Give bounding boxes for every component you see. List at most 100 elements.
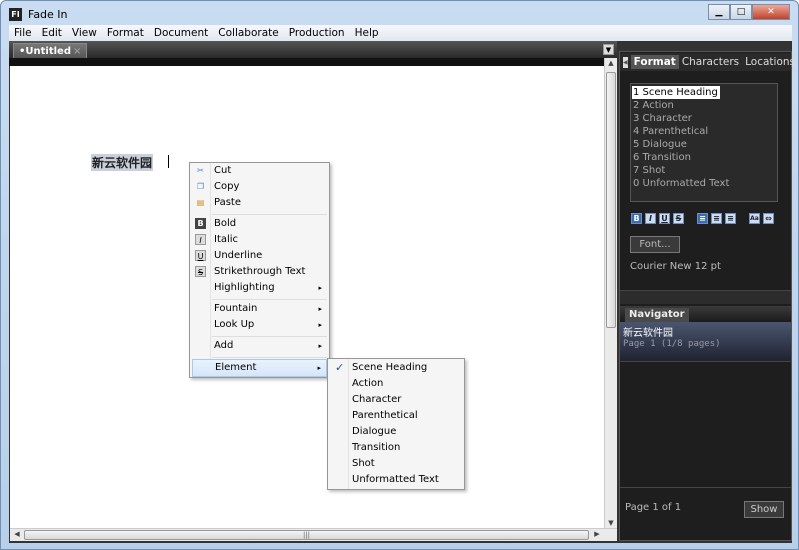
menu-format[interactable]: Format <box>102 27 149 39</box>
submenu-item-dialogue[interactable]: Dialogue <box>330 424 462 440</box>
menu-file[interactable]: File <box>9 27 37 39</box>
app-logo: FI <box>9 7 22 21</box>
menu-collaborate[interactable]: Collaborate <box>213 27 283 39</box>
scene-heading-text[interactable]: 新云软件园 <box>91 154 154 171</box>
menu-help[interactable]: Help <box>350 27 384 39</box>
submenu-item-transition[interactable]: Transition <box>330 440 462 456</box>
menu-item-fountain[interactable]: Fountain ▸ <box>192 301 327 317</box>
tab-untitled[interactable]: •Untitled × <box>13 43 88 58</box>
submenu-item-parenthetical[interactable]: Parenthetical <box>330 408 462 424</box>
underline-icon[interactable]: U <box>659 213 670 224</box>
menu-item-label: Cut <box>214 165 232 176</box>
strikethrough-icon[interactable]: S <box>673 213 684 224</box>
menu-document[interactable]: Document <box>149 27 213 39</box>
submenu-item-shot[interactable]: Shot <box>330 456 462 472</box>
element-item[interactable]: 2 Action <box>632 99 776 112</box>
vertical-scroll-thumb[interactable] <box>606 72 616 328</box>
menu-item-highlighting[interactable]: Highlighting ▸ <box>192 280 327 296</box>
submenu-arrow-icon: ▸ <box>317 364 321 372</box>
menu-item-cut[interactable]: ✂ Cut <box>192 163 327 179</box>
menu-item-italic[interactable]: I Italic <box>192 232 327 248</box>
submenu-item-label: Character <box>352 394 402 405</box>
navigator-item[interactable]: 新云软件园 Page 1 (1/8 pages) <box>620 322 791 362</box>
submenu-item-label: Unformatted Text <box>352 474 439 485</box>
menu-view[interactable]: View <box>67 27 102 39</box>
text-caret <box>168 155 169 168</box>
close-button[interactable]: ✕ <box>752 4 790 20</box>
submenu-item-label: Dialogue <box>352 426 397 437</box>
align-left-icon[interactable]: ≡ <box>697 213 708 224</box>
italic-icon: I <box>195 234 206 245</box>
align-center-icon[interactable]: ≡ <box>711 213 722 224</box>
tab-format[interactable]: Format <box>630 55 679 69</box>
maximize-button[interactable]: □ <box>730 4 752 20</box>
menu-item-strikethrough[interactable]: S Strikethrough Text <box>192 264 327 280</box>
menu-item-element[interactable]: Element ▸ <box>192 359 327 377</box>
element-list[interactable]: 1 Scene Heading 2 Action 3 Character 4 P… <box>630 83 778 202</box>
navigator-item-subtitle: Page 1 (1/8 pages) <box>623 339 721 349</box>
horizontal-scroll-thumb[interactable]: ||| <box>24 530 589 540</box>
window-title: Fade In <box>28 7 68 21</box>
menu-item-underline[interactable]: U Underline <box>192 248 327 264</box>
element-item[interactable]: 6 Transition <box>632 151 776 164</box>
submenu-item-label: Shot <box>352 458 375 469</box>
paste-icon: ▤ <box>196 198 205 207</box>
panel-splitter[interactable] <box>620 290 791 304</box>
vertical-scrollbar[interactable]: ▲ ▼ <box>604 58 617 528</box>
submenu-item-action[interactable]: Action <box>330 376 462 392</box>
underline-icon: U <box>195 250 206 261</box>
submenu-item-scene-heading[interactable]: ✓ Scene Heading <box>330 360 462 376</box>
align-right-icon[interactable]: ≡ <box>725 213 736 224</box>
element-item[interactable]: 7 Shot <box>632 164 776 177</box>
horizontal-scrollbar[interactable]: ◀ ||| ▶ <box>10 528 617 541</box>
bold-icon: B <box>195 218 206 229</box>
scroll-left-icon[interactable]: ◀ <box>11 530 23 538</box>
element-item[interactable]: 5 Dialogue <box>632 138 776 151</box>
panel-tabs: ◀ Format Characters Locations ▶ <box>620 53 795 71</box>
divider <box>620 487 791 488</box>
menu-item-look-up[interactable]: Look Up ▸ <box>192 317 327 333</box>
document-tab-strip: •Untitled × ▼ <box>9 41 617 58</box>
font-case-icon[interactable]: Aa <box>749 213 760 224</box>
tab-navigator[interactable]: Navigator <box>625 308 689 322</box>
minimize-button[interactable]: ▁ <box>708 4 730 20</box>
submenu-item-character[interactable]: Character <box>330 392 462 408</box>
menu-item-paste[interactable]: ▤ Paste <box>192 195 327 211</box>
tab-locations[interactable]: Locations <box>742 55 798 69</box>
element-item[interactable]: 4 Parenthetical <box>632 125 776 138</box>
strikethrough-icon: S <box>195 266 206 277</box>
menu-item-label: Fountain <box>214 303 258 314</box>
menu-item-label: Strikethrough Text <box>214 266 306 277</box>
menu-item-label: Paste <box>214 197 241 208</box>
element-item[interactable]: 3 Character <box>632 112 776 125</box>
scene-heading-content: 新云软件园 <box>92 156 153 170</box>
tab-scroll-left-icon[interactable]: ◀ <box>623 56 628 68</box>
scroll-up-icon[interactable]: ▲ <box>605 59 617 67</box>
tab-close-icon[interactable]: × <box>73 46 81 57</box>
element-item[interactable]: 1 Scene Heading <box>632 86 720 99</box>
submenu-item-label: Action <box>352 378 384 389</box>
italic-icon[interactable]: I <box>645 213 656 224</box>
menu-item-add[interactable]: Add ▸ <box>192 338 327 354</box>
scroll-right-icon[interactable]: ▶ <box>591 530 603 538</box>
submenu-arrow-icon: ▸ <box>318 284 322 292</box>
font-button[interactable]: Font... <box>630 236 680 253</box>
scroll-down-icon[interactable]: ▼ <box>605 519 617 527</box>
element-item[interactable]: 0 Unformatted Text <box>632 177 776 190</box>
tab-list-dropdown[interactable]: ▼ <box>603 44 614 55</box>
link-icon[interactable]: ⇔ <box>763 213 774 224</box>
navigator-header: Navigator <box>620 306 791 322</box>
navigator-item-title: 新云软件园 <box>623 328 673 339</box>
context-menu: ✂ Cut ❐ Copy ▤ Paste B Bold I Italic U Underli… <box>189 162 330 378</box>
bold-icon[interactable]: B <box>631 213 642 224</box>
menu-item-bold[interactable]: B Bold <box>192 216 327 232</box>
submenu-item-unformatted-text[interactable]: Unformatted Text <box>330 472 462 488</box>
menu-edit[interactable]: Edit <box>37 27 67 39</box>
submenu-item-label: Parenthetical <box>352 410 418 421</box>
tab-characters[interactable]: Characters <box>679 55 742 69</box>
title-bar: FI Fade In <box>9 5 68 23</box>
show-button[interactable]: Show <box>744 501 784 518</box>
menu-item-copy[interactable]: ❐ Copy <box>192 179 327 195</box>
menu-production[interactable]: Production <box>284 27 350 39</box>
menu-item-label: Highlighting <box>214 282 275 293</box>
